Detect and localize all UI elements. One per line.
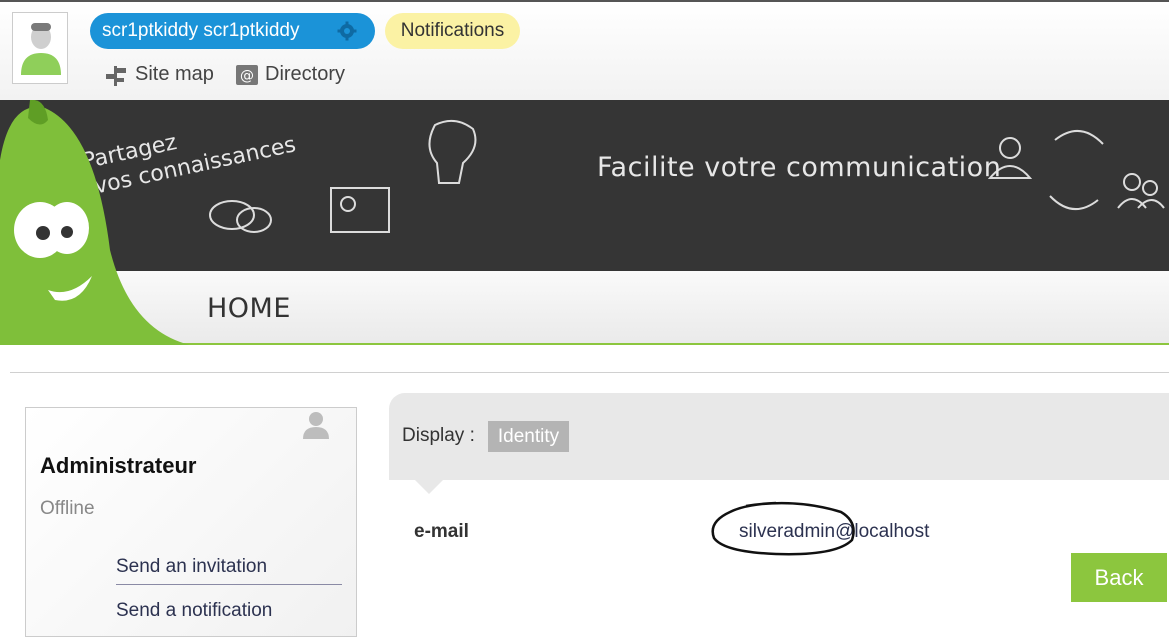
back-button[interactable]: Back: [1071, 553, 1167, 602]
hand-drawn-circle-annotation: [711, 501, 855, 556]
display-label: Display :: [402, 425, 475, 446]
banner-tagline: Facilite votre communication: [597, 152, 1002, 183]
sitemap-label: Site map: [135, 63, 214, 85]
gear-icon[interactable]: [337, 21, 357, 41]
avatar[interactable]: [12, 12, 68, 84]
user-name: scr1ptkiddy scr1ptkiddy: [102, 20, 300, 41]
mascot-pea-logo: [0, 100, 190, 345]
tab-identity[interactable]: Identity: [488, 421, 569, 452]
directory-icon: @: [236, 64, 258, 85]
notifications-button[interactable]: Notifications: [385, 13, 520, 49]
directory-link[interactable]: @ Directory: [235, 62, 345, 86]
display-bar-caret: [415, 480, 443, 494]
send-invitation-link[interactable]: Send an invitation: [116, 556, 342, 585]
user-menu-button[interactable]: scr1ptkiddy scr1ptkiddy: [90, 13, 375, 49]
directory-label: Directory: [265, 63, 346, 85]
sitemap-link[interactable]: Site map: [103, 62, 214, 86]
content-divider: [10, 372, 1169, 373]
send-notification-link[interactable]: Send a notification: [116, 600, 272, 622]
profile-name: Administrateur: [40, 453, 197, 478]
email-label: e-mail: [414, 521, 469, 542]
sitemap-icon: [106, 65, 126, 86]
notifications-label: Notifications: [400, 20, 505, 41]
user-silhouette-icon: [303, 412, 329, 439]
nav-home[interactable]: HOME: [207, 293, 291, 324]
svg-text:@: @: [240, 68, 254, 84]
profile-status: Offline: [40, 498, 95, 519]
